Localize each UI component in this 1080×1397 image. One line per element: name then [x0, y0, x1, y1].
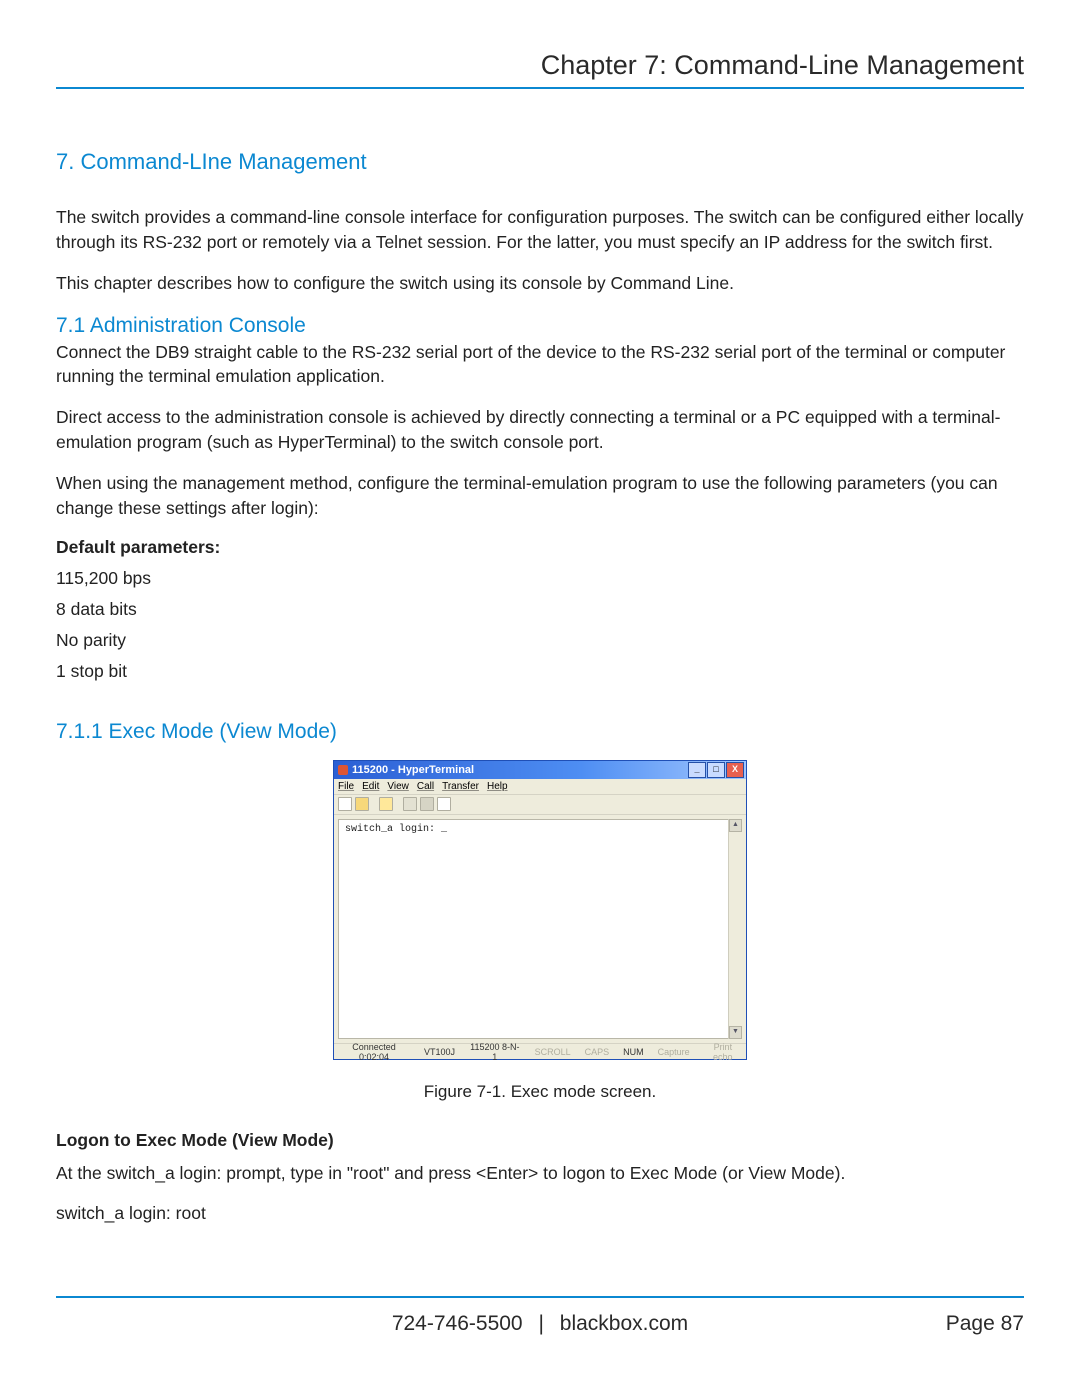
footer-phone: 724-746-5500	[392, 1312, 523, 1335]
param-parity: No parity	[56, 630, 1024, 651]
menu-call[interactable]: Call	[417, 781, 434, 792]
menu-view[interactable]: View	[387, 781, 409, 792]
footer-site: blackbox.com	[560, 1312, 688, 1335]
receive-icon[interactable]	[420, 797, 434, 811]
section7-para1: The switch provides a command-line conso…	[56, 205, 1024, 255]
default-params-label: Default parameters:	[56, 537, 1024, 558]
logon-example: switch_a login: root	[56, 1201, 1024, 1226]
footer-page: Page 87	[946, 1312, 1024, 1336]
status-connected: Connected 0:02:04	[338, 1042, 410, 1062]
section71-para3: When using the management method, config…	[56, 471, 1024, 521]
status-print: Print echo	[704, 1042, 742, 1062]
minimize-button[interactable]: _	[688, 762, 706, 778]
menu-edit[interactable]: Edit	[362, 781, 379, 792]
header-rule: Chapter 7: Command-Line Management	[56, 50, 1024, 89]
status-scroll: SCROLL	[535, 1047, 571, 1057]
status-capture: Capture	[658, 1047, 690, 1057]
section71-para1: Connect the DB9 straight cable to the RS…	[56, 340, 1024, 390]
app-icon	[338, 765, 348, 775]
menu-transfer[interactable]: Transfer	[442, 781, 479, 792]
new-file-icon[interactable]	[338, 797, 352, 811]
hyperterminal-menubar: File Edit View Call Transfer Help	[334, 779, 746, 795]
scroll-up-icon[interactable]: ▲	[729, 819, 742, 832]
hyperterminal-titlebar: 115200 - HyperTerminal _ □ X	[334, 761, 746, 779]
open-icon[interactable]	[355, 797, 369, 811]
page-footer: 724-746-5500 | blackbox.com Page 87	[56, 1310, 1024, 1338]
status-caps: CAPS	[585, 1047, 610, 1057]
hyperterminal-statusbar: Connected 0:02:04 VT100J 115200 8-N-1 SC…	[334, 1043, 746, 1059]
status-baud: 115200 8-N-1	[469, 1042, 521, 1062]
chapter-title: Chapter 7: Command-Line Management	[56, 50, 1024, 81]
close-button[interactable]: X	[726, 762, 744, 778]
toolbar-sep	[396, 798, 400, 810]
status-num: NUM	[623, 1047, 644, 1057]
send-icon[interactable]	[403, 797, 417, 811]
logon-para: At the switch_a login: prompt, type in "…	[56, 1161, 1024, 1186]
maximize-button[interactable]: □	[707, 762, 725, 778]
scroll-down-icon[interactable]: ▼	[729, 1026, 742, 1039]
figure-caption: Figure 7-1. Exec mode screen.	[56, 1082, 1024, 1102]
call-icon[interactable]	[379, 797, 393, 811]
hyperterminal-toolbar	[334, 795, 746, 815]
scrollbar[interactable]: ▲ ▼	[728, 819, 742, 1039]
section711-heading: 7.1.1 Exec Mode (View Mode)	[56, 720, 1024, 744]
hyperterminal-terminal[interactable]: switch_a login: _	[338, 819, 742, 1039]
param-stop-bit: 1 stop bit	[56, 661, 1024, 682]
toolbar-sep	[372, 798, 376, 810]
logon-label: Logon to Exec Mode (View Mode)	[56, 1130, 1024, 1151]
footer-rule	[56, 1296, 1024, 1298]
param-bps: 115,200 bps	[56, 568, 1024, 589]
section71-heading: 7.1 Administration Console	[56, 314, 1024, 338]
menu-help[interactable]: Help	[487, 781, 508, 792]
section7-heading: 7. Command-LIne Management	[56, 149, 1024, 175]
section71-para2: Direct access to the administration cons…	[56, 405, 1024, 455]
menu-file[interactable]: File	[338, 781, 354, 792]
properties-icon[interactable]	[437, 797, 451, 811]
status-vt: VT100J	[424, 1047, 455, 1057]
figure-7-1: 115200 - HyperTerminal _ □ X File Edit V…	[56, 760, 1024, 1102]
hyperterminal-title: 115200 - HyperTerminal	[352, 764, 474, 776]
section7-para2: This chapter describes how to configure …	[56, 271, 1024, 296]
hyperterminal-window: 115200 - HyperTerminal _ □ X File Edit V…	[333, 760, 747, 1060]
hyperterminal-terminal-wrap: switch_a login: _ ▲ ▼	[334, 815, 746, 1043]
document-page: Chapter 7: Command-Line Management 7. Co…	[0, 0, 1080, 1397]
footer-sep: |	[538, 1312, 543, 1335]
param-data-bits: 8 data bits	[56, 599, 1024, 620]
